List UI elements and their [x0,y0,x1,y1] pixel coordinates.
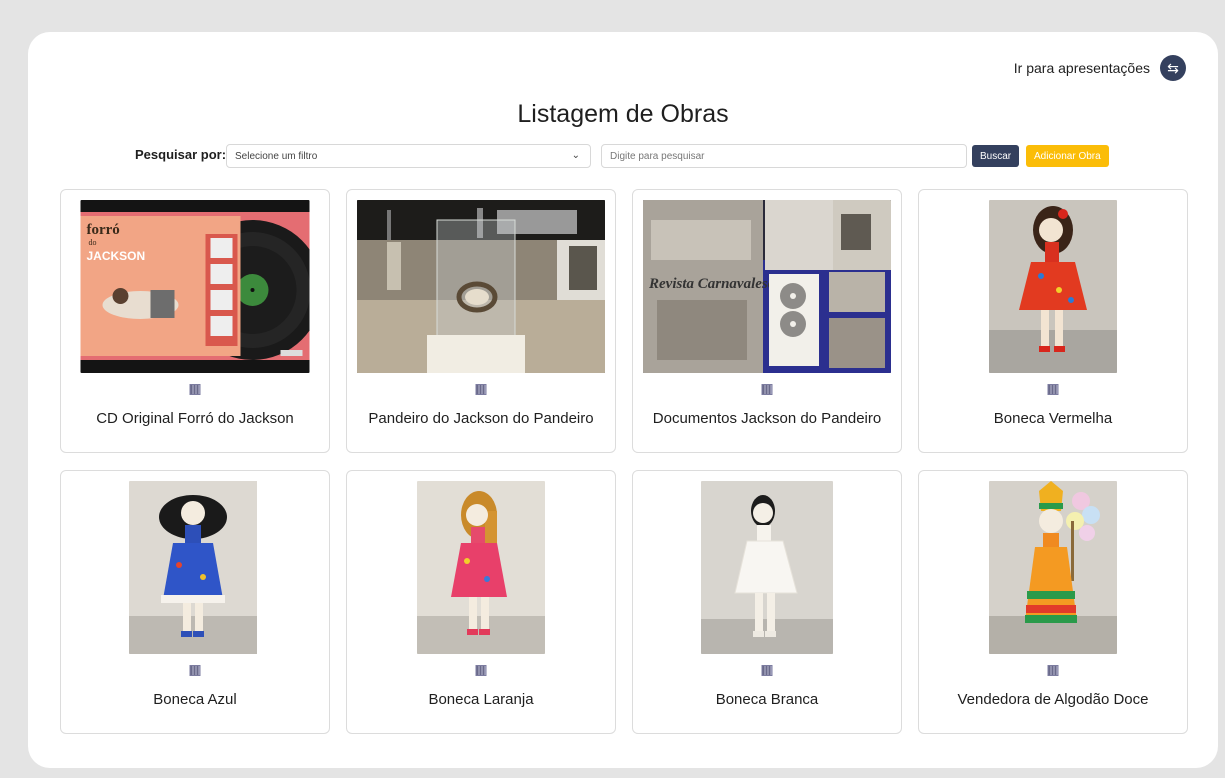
work-title: CD Original Forró do Jackson [96,410,294,427]
vinyl-record-album-photo: forró do JACKSON [80,200,310,373]
qr-code-icon[interactable] [1047,384,1059,395]
go-to-presentations-label: Ir para apresentações [1013,60,1150,76]
qr-code-icon[interactable] [189,665,201,676]
work-card[interactable]: Boneca Vermelha [918,189,1188,453]
work-title: Boneca Branca [715,691,819,708]
works-grid: forró do JACKSON CD Original Forró do Ja… [60,189,1188,734]
page-title: Listagem de Obras [517,100,729,128]
work-title: Pandeiro do Jackson do Pandeiro [368,410,594,427]
qr-code-icon[interactable] [475,665,487,676]
chevron-down-icon: ⌄ [571,150,580,161]
swap-arrows-icon[interactable]: ⇆ [1160,55,1186,81]
qr-code-icon[interactable] [1047,665,1059,676]
work-card[interactable]: forró do JACKSON CD Original Forró do Ja… [60,189,330,453]
work-card[interactable]: Boneca Laranja [346,470,616,734]
main-panel: Ir para apresentações ⇆ Listagem de Obra… [28,32,1218,768]
album-cover-line1: forró [87,222,120,238]
work-title: Documentos Jackson do Pandeiro [652,410,882,427]
red-doll-photo [989,200,1117,373]
qr-code-icon[interactable] [189,384,201,395]
add-work-button[interactable]: Adicionar Obra [1026,145,1109,167]
orange-doll-photo [417,481,545,654]
work-title: Vendedora de Algodão Doce [957,691,1149,708]
filter-select-value: Selecione um filtro [235,150,318,162]
work-card[interactable]: Pandeiro do Jackson do Pandeiro [346,189,616,453]
work-card[interactable]: Vendedora de Algodão Doce [918,470,1188,734]
work-title: Boneca Azul [153,691,237,708]
work-card[interactable]: Boneca Branca [632,470,902,734]
blue-doll-photo [129,481,261,654]
qr-code-icon[interactable] [761,665,773,676]
filter-select[interactable]: Selecione um filtro ⌄ [226,144,591,168]
go-to-presentations-button[interactable]: Ir para apresentações ⇆ [1014,55,1186,81]
pandeiro-display-case-photo [357,200,605,373]
search-button[interactable]: Buscar [972,145,1020,167]
work-card[interactable]: Revista Carnavalesca Documentos Jackson … [632,189,902,453]
qr-code-icon[interactable] [761,384,773,395]
album-cover-line3: JACKSON [87,249,146,263]
white-doll-photo [701,481,833,654]
search-by-label: Pesquisar por: [135,147,227,162]
work-card[interactable]: Boneca Azul [60,470,330,734]
newspaper-documents-photo: Revista Carnavalesca [643,200,891,373]
newspaper-headline: Revista Carnavalesca [648,276,782,292]
cotton-candy-seller-doll-photo [989,481,1117,654]
qr-code-icon[interactable] [475,384,487,395]
search-input[interactable] [601,144,967,168]
work-title: Boneca Laranja [428,691,534,708]
work-title: Boneca Vermelha [993,410,1113,427]
album-cover-line2: do [89,238,97,247]
search-bar: Pesquisar por: Selecione um filtro ⌄ Bus… [28,144,1218,168]
